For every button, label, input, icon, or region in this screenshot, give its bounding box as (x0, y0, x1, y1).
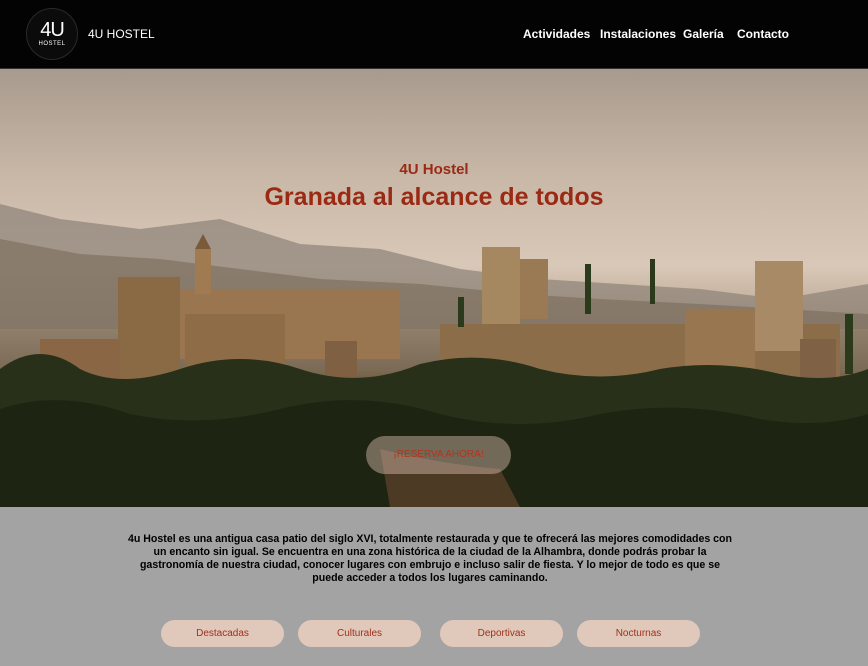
category-deportivas-button[interactable]: Deportivas (440, 620, 563, 647)
hostel-description: 4u Hostel es una antigua casa patio del … (127, 533, 733, 584)
hero-subtitle: 4U Hostel (399, 161, 469, 178)
nav-item-contacto[interactable]: Contacto (737, 27, 789, 41)
hero-title: Granada al alcance de todos (264, 183, 604, 211)
hostel-logo[interactable]: 4U HOSTEL (26, 8, 78, 60)
logo-text-4u: 4U (40, 19, 65, 41)
brand-name[interactable]: 4U HOSTEL (88, 27, 155, 41)
top-navbar: 4U HOSTEL 4U HOSTEL Actividades Instalac… (0, 0, 868, 69)
nav-item-galeria[interactable]: Galería (683, 27, 724, 41)
logo-text-hostel: HOSTEL (38, 41, 66, 47)
nav-item-instalaciones[interactable]: Instalaciones (600, 27, 676, 41)
nav-item-actividades[interactable]: Actividades (523, 27, 590, 41)
category-culturales-button[interactable]: Culturales (298, 620, 421, 647)
reserve-now-button[interactable]: ¡RESERVA AHORA! (366, 436, 511, 474)
category-destacadas-button[interactable]: Destacadas (161, 620, 284, 647)
category-nocturnas-button[interactable]: Nocturnas (577, 620, 700, 647)
